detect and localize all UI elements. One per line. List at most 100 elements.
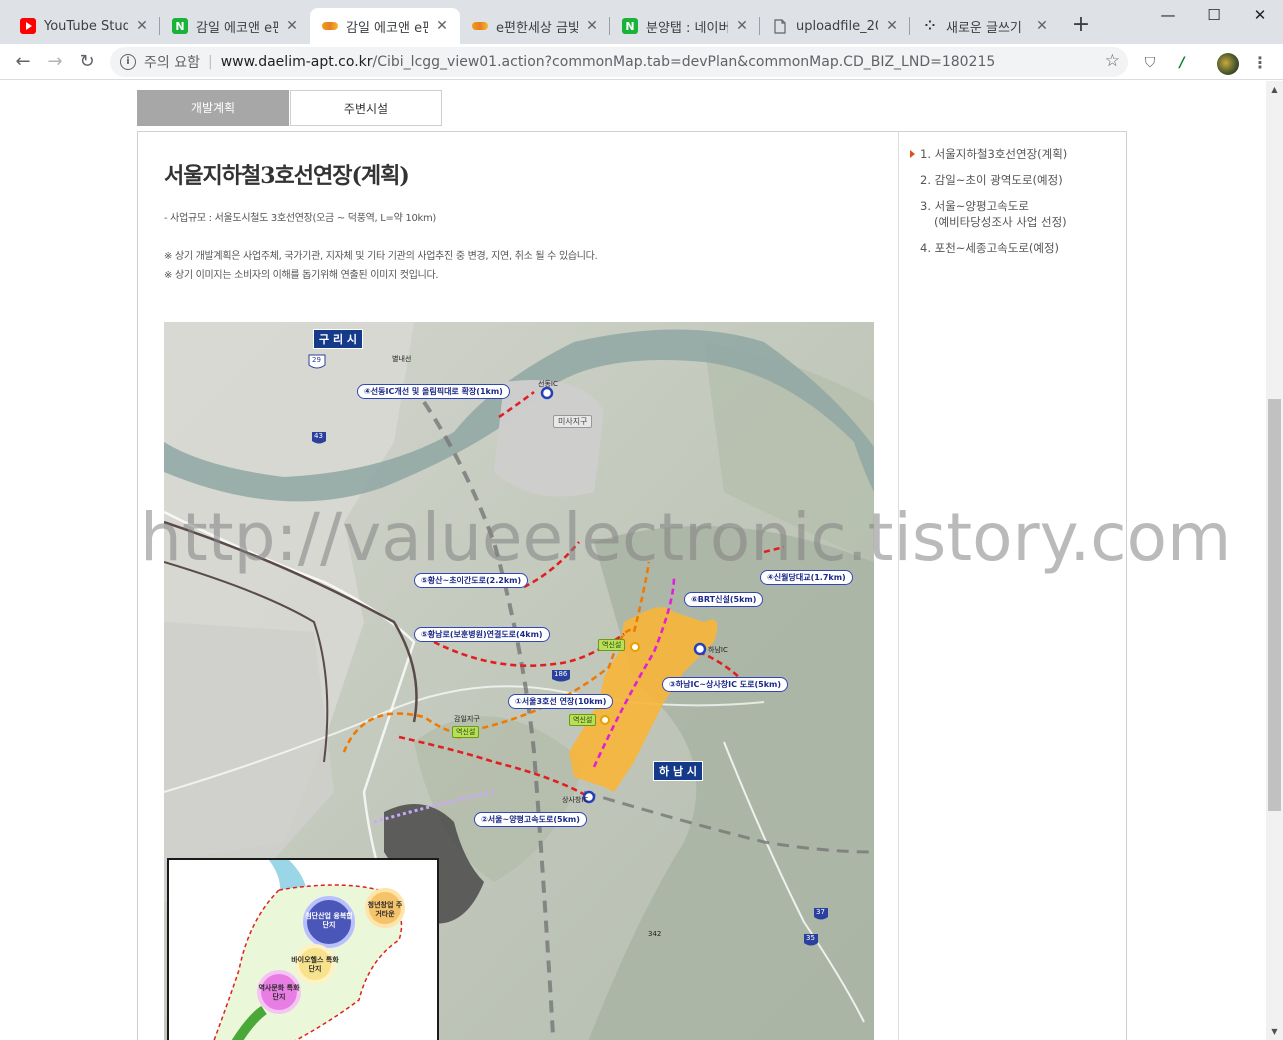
omnibox-divider: |	[207, 54, 213, 70]
notice-line: ※ 상기 이미지는 소비자의 이해를 돕기위해 연출된 이미지 컷입니다.	[164, 270, 439, 281]
place-label: 감일지구	[454, 715, 480, 723]
minimize-icon[interactable]: —	[1145, 0, 1191, 30]
side-menu-item-subway[interactable]: 1. 서울지하철3호선연장(계획)	[910, 146, 1120, 162]
browser-tab[interactable]: N 분양탭 : 네이버 ✕	[610, 8, 760, 44]
region-label-guri: 구 리 시	[313, 329, 364, 349]
bookmark-star-icon[interactable]: ☆	[1105, 51, 1120, 71]
project-label: ②서울~양평고속도로(5km)	[474, 812, 587, 827]
youtube-icon	[20, 18, 36, 34]
browser-tab[interactable]: e편한세상 금빛 ✕	[460, 8, 610, 44]
inset-map: 첨단산업 융복합단지 청년창업 주거타운 바이오헬스 특화단지 역사문화 특화단…	[167, 858, 439, 1040]
route-number: 186	[554, 670, 568, 678]
daelim-icon	[322, 18, 338, 34]
dev-plan-side-menu: 1. 서울지하철3호선연장(계획) 2. 감일~초이 광역도로(예정) 3. 서…	[910, 146, 1120, 266]
tab-title: 감일 에코앤 e편	[196, 20, 278, 36]
security-warning-text[interactable]: 주의 요함	[144, 52, 200, 72]
dots-icon: ⁘	[924, 18, 936, 34]
scroll-down-arrow-icon[interactable]: ▼	[1266, 1023, 1283, 1040]
naver-icon: N	[172, 18, 188, 34]
close-icon[interactable]: ✕	[584, 18, 600, 34]
side-menu-item-gamil-road[interactable]: 2. 감일~초이 광역도로(예정)	[910, 172, 1120, 188]
side-menu-label: 4. 포천~세종고속도로(예정)	[920, 241, 1060, 255]
browser-tab[interactable]: N 감일 에코앤 e편 ✕	[160, 8, 310, 44]
place-label: 하남IC	[708, 646, 728, 654]
route-number: 342	[648, 930, 662, 938]
tab-title: uploadfile_2019	[796, 18, 878, 34]
project-scale-text: - 사업규모 : 서울도시철도 3호선연장(오금 ~ 덕풍역, L=약 10km…	[164, 213, 437, 224]
route-number: 35	[806, 934, 815, 942]
inset-label: 역사문화 특화단지	[258, 984, 300, 1001]
tab-title: e편한세상 금빛	[496, 20, 578, 36]
window-close-icon[interactable]: ✕	[1237, 0, 1283, 30]
reload-icon[interactable]: ↻	[74, 49, 100, 75]
close-icon[interactable]: ✕	[734, 18, 750, 34]
place-label: 상사창IC	[562, 796, 589, 804]
url-domain: www.daelim-apt.co.kr	[220, 54, 373, 70]
page-viewport: 개발계획 주변시설 서울지하철3호선연장(계획) - 사업규모 : 서울도시철도…	[0, 81, 1266, 1040]
project-label: ③하남IC~상사창IC 도로(5km)	[662, 677, 789, 692]
browser-tab[interactable]: ⁘ 새로운 글쓰기 ✕	[910, 8, 1060, 44]
content-panel: 서울지하철3호선연장(계획) - 사업규모 : 서울도시철도 3호선연장(오금 …	[137, 131, 1127, 1040]
page-title: 서울지하철3호선연장(계획)	[164, 163, 410, 189]
tab-title: 감일 에코앤 e편	[346, 20, 428, 36]
new-station-tag: 역신설	[598, 639, 626, 651]
project-label: ④선동IC개선 및 올림픽대로 확장(1km)	[357, 384, 510, 399]
close-icon[interactable]: ✕	[1034, 18, 1050, 34]
close-icon[interactable]: ✕	[434, 18, 450, 34]
naver-icon: N	[622, 18, 638, 34]
route-number: 43	[314, 432, 323, 440]
scroll-up-arrow-icon[interactable]: ▲	[1266, 81, 1283, 98]
side-menu-item-pocheon-sejong[interactable]: 4. 포천~세종고속도로(예정)	[910, 240, 1120, 256]
side-menu-label: 1. 서울지하철3호선연장(계획)	[920, 147, 1068, 161]
url-text[interactable]: www.daelim-apt.co.kr/Cibi_lcgg_view01.ac…	[221, 54, 996, 70]
route-number: 29	[312, 356, 321, 364]
side-menu-item-seoul-yangpyeong[interactable]: 3. 서울~양평고속도로 (예비타당성조사 사업 선정)	[910, 198, 1120, 230]
close-icon[interactable]: ✕	[134, 18, 150, 34]
close-icon[interactable]: ✕	[884, 18, 900, 34]
place-label: 별내선	[392, 355, 412, 363]
route-number: 37	[816, 908, 825, 916]
tab-title: YouTube Studio	[44, 18, 128, 34]
file-icon	[772, 18, 788, 34]
place-label: 선동IC	[538, 380, 558, 388]
profile-avatar[interactable]	[1217, 53, 1239, 75]
new-station-tag: 역신설	[569, 714, 597, 726]
side-divider	[898, 132, 899, 1040]
kebab-menu-icon[interactable]: ⋮	[1250, 53, 1270, 73]
active-arrow-icon	[910, 150, 915, 158]
back-arrow-icon[interactable]: ←	[10, 49, 36, 75]
browser-tab-active[interactable]: 감일 에코앤 e편 ✕	[310, 8, 460, 44]
side-menu-label: 3. 서울~양평고속도로	[920, 199, 1029, 213]
page-scrollbar[interactable]: ▲ ▼	[1266, 81, 1283, 1040]
forward-arrow-icon[interactable]: →	[42, 49, 68, 75]
watermark-text: http://valueelectronic.tistory.com	[140, 499, 1232, 576]
browser-toolbar: ← → ↻ i 주의 요함 | www.daelim-apt.co.kr/Cib…	[0, 44, 1283, 80]
project-label: ⑥BRT신설(5km)	[684, 592, 764, 607]
inset-label: 바이오헬스 특화단지	[291, 956, 339, 973]
tab-title: 분양탭 : 네이버	[646, 20, 728, 36]
inset-map-background	[169, 860, 437, 1040]
scrollbar-thumb[interactable]	[1268, 399, 1281, 811]
new-tab-plus-icon[interactable]: +	[1068, 12, 1094, 38]
tab-title: 새로운 글쓰기	[946, 20, 1022, 36]
inset-label: 첨단산업 융복합단지	[305, 912, 353, 929]
info-icon[interactable]: i	[120, 54, 136, 70]
tab-dev-plan[interactable]: 개발계획	[137, 90, 289, 126]
project-label: ⑤황남로(보훈병원)연결도로(4km)	[414, 627, 550, 642]
notice-line: ※ 상기 개발계획은 사업주체, 국가기관, 지자체 및 기타 기관의 사업추진…	[164, 251, 598, 262]
maximize-icon[interactable]: ☐	[1191, 0, 1237, 30]
new-station-tag: 역신설	[452, 726, 480, 738]
pen-extension-icon[interactable]: /	[1172, 53, 1192, 73]
development-plan-map: 구 리 시 하 남 시 29 43 186 342 37 35 미사지구 감일지…	[164, 322, 874, 1040]
url-path: /Cibi_lcgg_view01.action?commonMap.tab=d…	[372, 54, 996, 70]
daelim-icon	[472, 18, 488, 34]
browser-tab[interactable]: YouTube Studio ✕	[8, 8, 160, 44]
tab-nearby-facilities[interactable]: 주변시설	[290, 90, 442, 126]
close-icon[interactable]: ✕	[284, 18, 300, 34]
side-menu-label: 2. 감일~초이 광역도로(예정)	[920, 173, 1063, 187]
browser-tab[interactable]: uploadfile_2019 ✕	[760, 8, 910, 44]
shield-extension-icon[interactable]: ⛉	[1140, 53, 1160, 73]
side-menu-sublabel: (예비타당성조사 사업 선정)	[934, 215, 1067, 229]
project-label: ①서울3호선 연장(10km)	[508, 694, 614, 709]
address-bar[interactable]: i 주의 요함 | www.daelim-apt.co.kr/Cibi_lcgg…	[110, 47, 1128, 77]
